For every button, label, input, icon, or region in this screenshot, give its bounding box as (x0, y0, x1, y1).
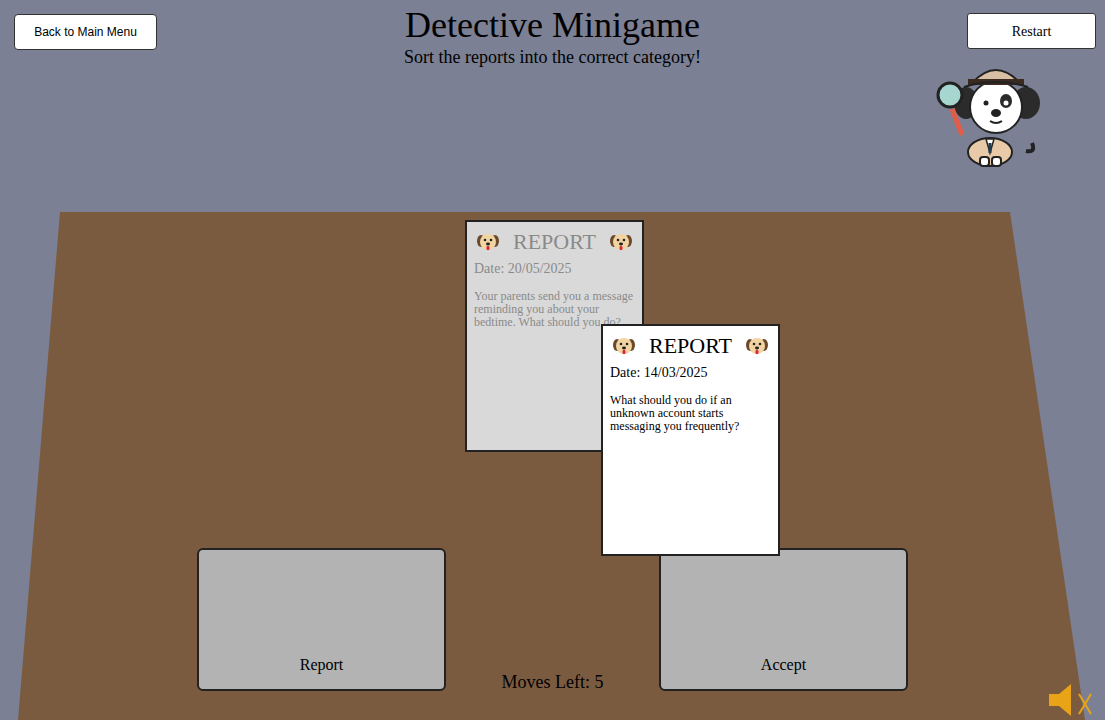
report-card[interactable]: REPORT Date: 14/03/2025 What should you do… (601, 324, 780, 556)
play-area: Report Moves Left: 5 Accept REPORT Date: 20/… (0, 212, 1105, 720)
back-button[interactable]: Back to Main Menu (14, 14, 157, 50)
sound-icon[interactable] (1047, 682, 1095, 718)
card-heading: REPORT (649, 332, 732, 360)
moves-left: Moves Left: 5 (502, 671, 604, 693)
card-text: What should you do if an unknown account… (610, 394, 771, 433)
drop-zone-label: Report (300, 653, 344, 677)
dog-face-icon (745, 334, 769, 358)
drop-zone[interactable]: Accept (659, 548, 908, 691)
card-date: Date: 14/03/2025 (610, 364, 771, 382)
card-header: REPORT (610, 332, 771, 360)
drop-zone-label: Accept (761, 653, 806, 677)
dog-face-icon (476, 230, 500, 254)
card-heading: REPORT (513, 228, 596, 256)
header: Back to Main Menu Detective MinigameSort … (0, 0, 1105, 212)
dog-face-icon (609, 230, 633, 254)
detective-dog-icon (936, 53, 1044, 167)
dog-face-icon (612, 334, 636, 358)
card-date: Date: 20/05/2025 (474, 260, 635, 278)
restart-button[interactable]: Restart (967, 13, 1096, 49)
card-header: REPORT (474, 228, 635, 256)
game-screen: Back to Main Menu Detective MinigameSort … (0, 0, 1105, 720)
subtitle: Sort the reports into the correct catego… (404, 46, 701, 68)
title: Detective Minigame (405, 4, 700, 46)
drop-zone[interactable]: Report (197, 548, 446, 691)
